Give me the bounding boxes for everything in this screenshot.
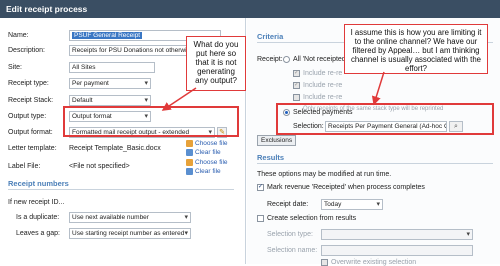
clear-file-link-2[interactable]: Clear file	[186, 168, 221, 175]
receipt-numbers-title: Receipt numbers	[8, 179, 69, 188]
highlight-output-box	[63, 106, 239, 137]
selection-type-select[interactable]	[321, 229, 473, 240]
choose-file-link-1[interactable]: Choose file	[186, 140, 228, 147]
receipt-stack-label: Receipt Stack:	[8, 97, 54, 104]
create-selection-label: Create selection from results	[267, 215, 357, 222]
label-file-label: Label File:	[8, 163, 41, 170]
mark-revenue-checkbox[interactable]: ✓	[257, 184, 264, 191]
include-re-label-2: Include re-re	[303, 82, 343, 89]
annotation-callout-channel: I assume this is how you are limiting it…	[344, 24, 488, 74]
criteria-title: Criteria	[257, 32, 284, 41]
output-format-label: Output format:	[8, 129, 53, 136]
annotation-callout-output: What do you put here so that it is not g…	[186, 36, 246, 91]
include-re-checkbox-2[interactable]: ✓	[293, 82, 300, 89]
exclusions-button[interactable]: Exclusions	[257, 135, 297, 146]
clear-icon	[186, 168, 193, 175]
clear-file-link-1[interactable]: Clear file	[186, 149, 221, 156]
is-duplicate-label: Is a duplicate:	[16, 214, 60, 221]
receipt-date-label: Receipt date:	[267, 201, 309, 208]
name-label: Name:	[8, 32, 29, 39]
options-note: These options may be modified at run tim…	[257, 171, 392, 178]
receipt-stack-select[interactable]: Default	[69, 95, 151, 106]
overwrite-existing-label: Overwrite existing selection	[331, 259, 417, 266]
output-type-label: Output type:	[8, 113, 47, 120]
window-title: Edit receipt process	[0, 0, 500, 18]
overwrite-existing-checkbox[interactable]	[321, 259, 328, 266]
if-new-receipt-label: If new receipt ID...	[8, 199, 65, 206]
site-label: Site:	[8, 64, 23, 71]
selection-name-field[interactable]	[321, 245, 473, 256]
selection-name-label: Selection name:	[267, 247, 318, 254]
description-label: Description:	[8, 47, 45, 54]
letter-template-label: Letter template:	[8, 145, 57, 152]
folder-icon	[186, 140, 193, 147]
receipt-type-select[interactable]: Per payment	[69, 78, 151, 89]
clear-file-1-text: Clear file	[195, 149, 221, 157]
results-title: Results	[257, 153, 285, 162]
is-duplicate-select[interactable]: Use next available number	[69, 212, 191, 223]
choose-file-link-2[interactable]: Choose file	[186, 159, 228, 166]
choose-file-2-text: Choose file	[195, 159, 228, 167]
selection-type-label: Selection type:	[267, 231, 313, 238]
mark-revenue-label: Mark revenue 'Receipted' when process co…	[267, 184, 425, 191]
site-field[interactable]: All Sites	[69, 62, 155, 73]
leaves-gap-select[interactable]: Use starting receipt number as entered	[69, 228, 191, 239]
create-selection-checkbox[interactable]	[257, 215, 264, 222]
choose-file-1-text: Choose file	[195, 140, 228, 148]
section-divider	[257, 163, 493, 164]
folder-icon	[186, 159, 193, 166]
letter-template-value: Receipt Template_Basic.docx	[69, 145, 161, 152]
highlight-selection-box	[276, 103, 494, 135]
all-not-receipted-label: All 'Not receipted'	[293, 56, 348, 63]
clear-icon	[186, 149, 193, 156]
receipt-type-label: Receipt type:	[8, 80, 49, 87]
include-re-label-1: Include re-re	[303, 70, 343, 77]
include-re-checkbox-3[interactable]	[293, 94, 300, 101]
name-value: PSUF General Receipt	[72, 32, 143, 39]
all-not-receipted-radio[interactable]	[283, 56, 290, 63]
include-re-checkbox-1[interactable]: ✓	[293, 70, 300, 77]
receipt-label: Receipt:	[257, 56, 283, 63]
include-re-label-3: Include re-re	[303, 94, 343, 101]
label-file-value: <File not specified>	[69, 163, 130, 170]
leaves-gap-label: Leaves a gap:	[16, 230, 60, 237]
section-divider	[8, 189, 234, 190]
receipt-date-select[interactable]: Today	[321, 199, 383, 210]
clear-file-2-text: Clear file	[195, 168, 221, 176]
